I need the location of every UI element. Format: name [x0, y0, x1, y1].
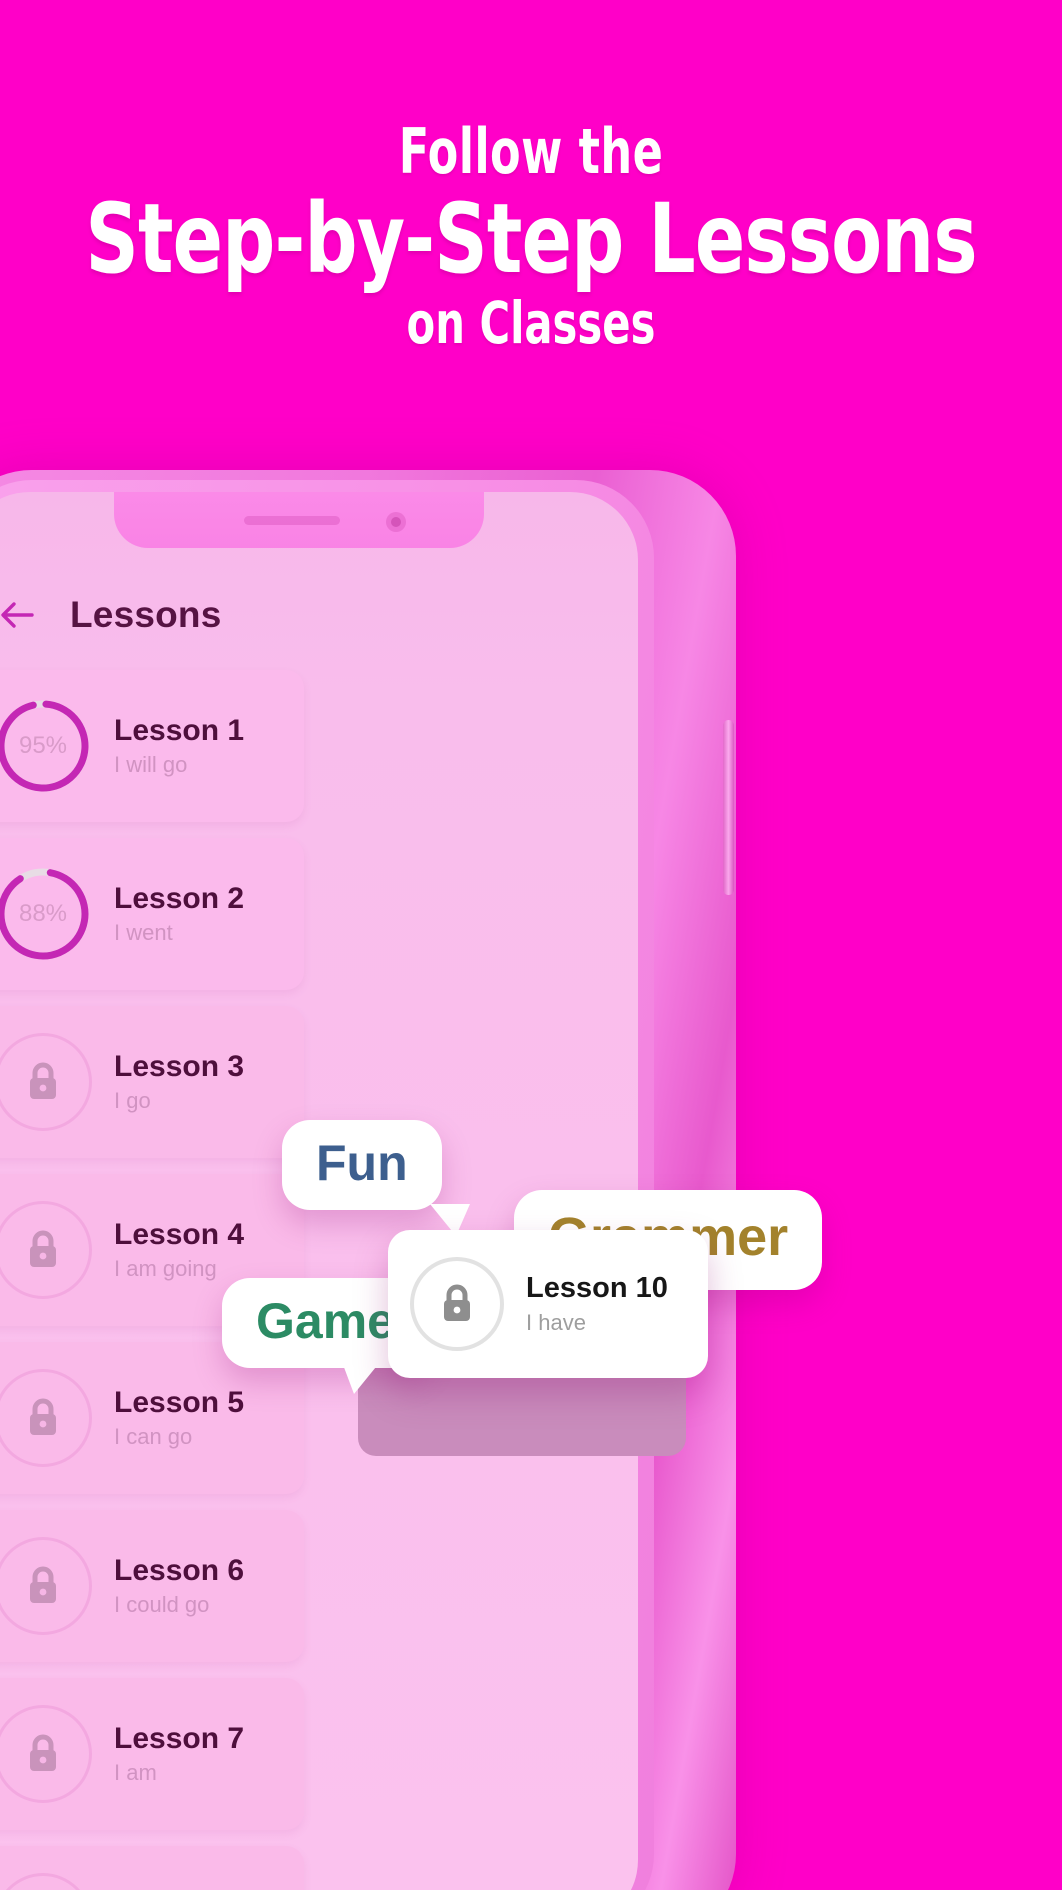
progress-label: 95% [18, 732, 68, 759]
progress-label: 88% [18, 900, 68, 927]
lesson-title: Lesson 10 [526, 1272, 668, 1305]
lesson-subtitle: I am [114, 1760, 157, 1786]
phone-side-button[interactable] [723, 720, 734, 895]
lesson-card[interactable]: 88% Lesson 2 I went [0, 838, 304, 990]
lock-badge [0, 1369, 92, 1467]
lesson-text: Lesson 5 I can go [114, 1386, 244, 1451]
lock-icon [23, 1228, 63, 1272]
bubble-tail-icon [342, 1362, 380, 1394]
lesson-subtitle: I have [526, 1309, 586, 1335]
phone-notch [114, 492, 484, 548]
lock-badge [0, 1537, 92, 1635]
lesson-text: Lesson 2 I went [114, 882, 244, 947]
bubble-label: Game [256, 1293, 395, 1349]
lesson-text: Lesson 4 I am going [114, 1218, 244, 1283]
lock-icon [23, 1396, 63, 1440]
lock-badge [0, 1705, 92, 1803]
lesson-card[interactable]: Lesson 3 I go [0, 1006, 304, 1158]
lesson-subtitle: I am going [114, 1256, 217, 1282]
lesson-subtitle: I can go [114, 1424, 193, 1450]
app-header: Lessons [0, 578, 638, 652]
lesson-card[interactable]: Lesson 8 I was [0, 1846, 304, 1890]
lesson-subtitle: I will go [114, 752, 188, 778]
lock-icon [23, 1060, 63, 1104]
lesson-title: Lesson 7 [114, 1721, 245, 1755]
lock-icon [437, 1282, 477, 1326]
lesson-title: Lesson 5 [114, 1385, 245, 1419]
page-title: Lessons [70, 594, 222, 635]
progress-ring: 95% [0, 697, 92, 795]
lesson-card[interactable]: 95% Lesson 1 I will go [0, 670, 304, 822]
lesson-card[interactable]: Lesson 6 I could go [0, 1510, 304, 1662]
featured-lesson-card[interactable]: Lesson 10 I have [388, 1230, 708, 1378]
lock-badge [0, 1873, 92, 1890]
lesson-subtitle: I go [114, 1088, 151, 1114]
lesson-title: Lesson 2 [114, 881, 245, 915]
lesson-text: Lesson 1 I will go [114, 714, 244, 779]
lock-badge [0, 1033, 92, 1131]
progress-ring: 88% [0, 865, 92, 963]
lock-badge [0, 1201, 92, 1299]
lesson-title: Lesson 3 [114, 1049, 245, 1083]
lesson-subtitle: I could go [114, 1592, 210, 1618]
promo-line-2: Step-by-Step Lessons [85, 183, 977, 296]
promo-line-3: on Classes [406, 289, 656, 358]
lesson-title: Lesson 1 [114, 713, 245, 747]
lesson-text: Lesson 6 I could go [114, 1554, 244, 1619]
arrow-left-icon[interactable] [0, 594, 38, 636]
lock-icon [23, 1564, 63, 1608]
lesson-text: Lesson 7 I am [114, 1722, 244, 1787]
bubble-label: Fun [316, 1135, 408, 1191]
lesson-title: Lesson 6 [114, 1553, 245, 1587]
lesson-text: Lesson 3 I go [114, 1050, 244, 1115]
promo-line-1: Follow the [398, 115, 664, 188]
front-camera-icon [386, 512, 406, 532]
lesson-text: Lesson 10 I have [526, 1272, 668, 1335]
speaker-grille-icon [244, 516, 340, 525]
lesson-card[interactable]: Lesson 7 I am [0, 1678, 304, 1830]
promo-headline: Follow the Step-by-Step Lessons on Class… [0, 120, 1062, 354]
lesson-subtitle: I went [114, 920, 173, 946]
lock-icon [23, 1732, 63, 1776]
bubble-fun[interactable]: Fun [282, 1120, 470, 1236]
lock-badge [410, 1257, 504, 1351]
lesson-title: Lesson 4 [114, 1217, 245, 1251]
